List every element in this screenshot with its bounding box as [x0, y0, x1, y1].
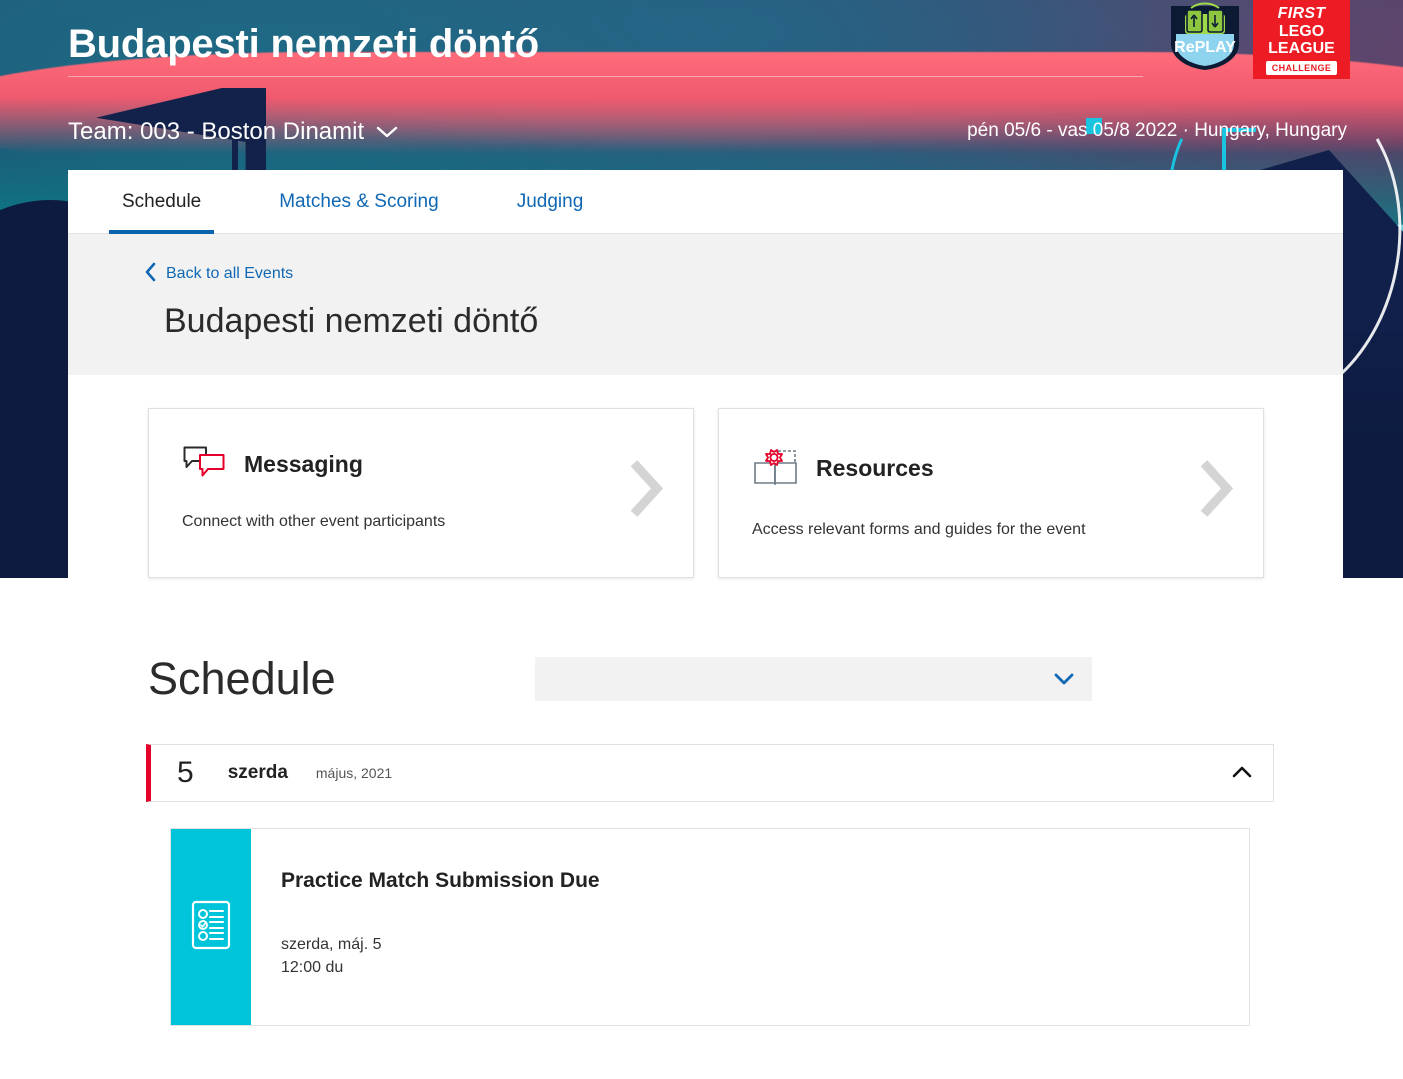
header-divider [68, 76, 1143, 77]
schedule-event-time: 12:00 du [281, 959, 344, 977]
resources-card-header: Resources [752, 445, 1231, 492]
resources-card-title: Resources [816, 455, 934, 481]
breadcrumb-band: Back to all Events Budapesti nemzeti dön… [68, 234, 1343, 375]
gear-book-icon [752, 445, 802, 492]
fll-league-text: LEAGUE [1268, 40, 1335, 58]
chevron-down-icon [1053, 669, 1075, 690]
schedule-day-number: 5 [177, 756, 194, 789]
content-panel: Schedule Matches & Scoring Judging Back … [68, 170, 1343, 1079]
page-header: Budapesti nemzeti döntő Team: 003 - Bost… [0, 0, 1403, 170]
team-selector[interactable]: Team: 003 - Boston Dinamit [68, 118, 398, 146]
fll-first-text: FIRST [1277, 5, 1326, 22]
schedule-day-month-year: május, 2021 [315, 765, 393, 781]
schedule-day-name: szerda [227, 762, 288, 783]
resources-card[interactable]: Resources Access relevant forms and guid… [718, 408, 1264, 578]
messaging-card[interactable]: Messaging Connect with other event parti… [148, 408, 694, 578]
schedule-event-body: Practice Match Submission Due szerda, má… [251, 829, 1249, 1025]
schedule-day-group: 5 szerda május, 2021 Practice Match Subm… [146, 744, 1274, 1026]
fll-challenge-badge: CHALLENGE [1265, 60, 1338, 75]
checklist-icon [189, 899, 233, 956]
back-to-all-events-label: Back to all Events [166, 265, 294, 282]
schedule-event-title: Practice Match Submission Due [281, 869, 600, 892]
svg-text:RePLAY: RePLAY [1174, 39, 1236, 56]
tab-matches-and-scoring[interactable]: Matches & Scoring [269, 170, 448, 234]
page-title: Budapesti nemzeti döntő [164, 302, 539, 340]
schedule-header: Schedule [68, 578, 1343, 705]
chevron-up-icon[interactable] [1231, 763, 1253, 783]
messaging-card-subtitle: Connect with other event participants [182, 513, 446, 530]
fll-lego-text: LEGO [1278, 22, 1325, 40]
chevron-left-icon [144, 262, 157, 286]
quick-link-cards: Messaging Connect with other event parti… [68, 375, 1343, 578]
messaging-card-title: Messaging [244, 451, 363, 477]
header-event-title: Budapesti nemzeti döntő [68, 22, 539, 66]
schedule-day-header[interactable]: 5 szerda május, 2021 [146, 744, 1274, 802]
tab-matches-and-scoring-label: Matches & Scoring [279, 190, 439, 212]
chevron-right-icon [1199, 460, 1235, 526]
tab-judging-label: Judging [516, 190, 584, 212]
tab-schedule[interactable]: Schedule [108, 170, 215, 234]
back-to-all-events-link[interactable]: Back to all Events [144, 262, 293, 286]
schedule-event-date: szerda, máj. 5 [281, 936, 382, 953]
schedule-title: Schedule [148, 653, 336, 704]
replay-logo-icon: RePLAY [1165, 0, 1245, 72]
tab-schedule-label: Schedule [122, 190, 202, 212]
tab-bar: Schedule Matches & Scoring Judging [68, 170, 1343, 234]
schedule-event-datetime: szerda, máj. 5 12:00 du [281, 933, 1249, 979]
messaging-card-header: Messaging [182, 445, 661, 484]
schedule-event-accent [171, 829, 251, 1025]
chevron-right-icon [629, 460, 665, 526]
header-event-meta: pén 05/6 - vas 05/8 2022 · Hungary, Hung… [967, 120, 1347, 141]
first-lego-league-logo: FIRST LEGO LEAGUE CHALLENGE [1253, 0, 1350, 79]
resources-card-subtitle: Access relevant forms and guides for the… [752, 521, 1086, 538]
chat-bubbles-icon [182, 445, 230, 484]
team-selector-label: Team: 003 - Boston Dinamit [68, 118, 365, 145]
schedule-event-row[interactable]: Practice Match Submission Due szerda, má… [170, 828, 1250, 1026]
header-logos: RePLAY FIRST LEGO LEAGUE CHALLENGE [1165, 0, 1350, 79]
chevron-down-icon [376, 118, 398, 146]
tab-judging[interactable]: Judging [507, 170, 594, 234]
schedule-filter-dropdown[interactable] [534, 657, 1092, 701]
